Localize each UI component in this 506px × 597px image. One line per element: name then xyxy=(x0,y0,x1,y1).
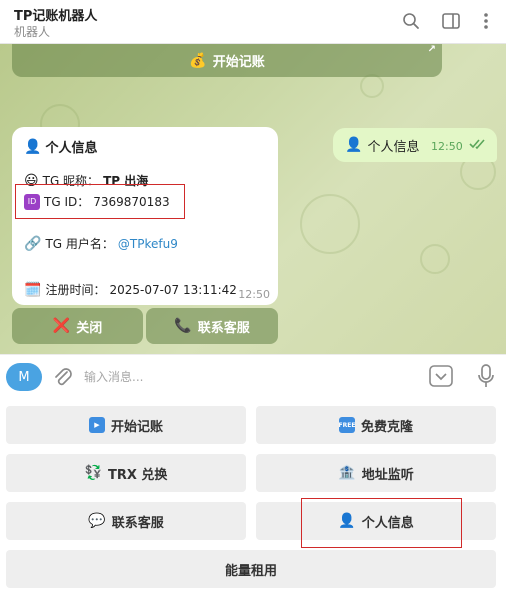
user-icon: 👤 xyxy=(24,138,42,155)
button-label: 开始记账 xyxy=(110,419,163,435)
free-badge-icon: FREE xyxy=(339,417,355,433)
registration-label: 注册时间： xyxy=(45,283,106,297)
message-time: 12:50 xyxy=(238,288,270,301)
money-bag-icon: 💰 xyxy=(189,52,207,69)
message-time: 12:50 xyxy=(431,140,463,153)
cross-icon: ❌ xyxy=(52,318,71,334)
user-icon: 👤 xyxy=(345,137,363,153)
button-label: 开始记账 xyxy=(212,55,265,70)
paperclip-icon[interactable] xyxy=(52,365,74,393)
bank-icon: 🏦 xyxy=(338,465,356,481)
chat-subtitle: 机器人 xyxy=(14,25,51,39)
button-label: 能量租用 xyxy=(224,563,277,579)
kb-energy-rental-button[interactable]: 能量租用 xyxy=(6,550,496,588)
speech-bubble-icon: 💬 xyxy=(88,513,106,529)
calendar-icon: 🗓️ xyxy=(24,281,42,298)
button-label: 免费克隆 xyxy=(360,419,413,435)
profile-title-line: 👤 个人信息 xyxy=(24,137,98,157)
kb-free-clone-button[interactable]: FREE 免费克隆 xyxy=(256,406,496,444)
message-input[interactable] xyxy=(84,363,414,391)
message-text: 个人信息 xyxy=(367,139,420,155)
registration-value: 2025-07-07 13:11:42 xyxy=(109,282,237,297)
button-label: TRX 兑换 xyxy=(108,467,168,483)
chat-header: TP记账机器人 机器人 xyxy=(0,0,506,44)
kb-start-accounting-button[interactable]: ▶ 开始记账 xyxy=(6,406,246,444)
play-icon: ▶ xyxy=(88,417,105,433)
start-accounting-inline-button[interactable]: 💰 开始记账 ↗ xyxy=(12,44,442,77)
button-label: 地址监听 xyxy=(361,467,414,483)
background-doodle xyxy=(300,194,360,254)
username-label: TG 用户名： xyxy=(45,237,114,251)
chat-title[interactable]: TP记账机器人 xyxy=(14,5,97,24)
message-area[interactable]: 💰 开始记账 ↗ 👤 个人信息 12:50 👤 个人信息 😃 TG 昵称： TP… xyxy=(0,44,506,354)
username-link[interactable]: @TPkefu9 xyxy=(118,237,178,251)
arrow-corner-icon: ↗ xyxy=(427,44,436,55)
more-vert-icon[interactable] xyxy=(475,10,497,32)
registration-line: 🗓️ 注册时间： 2025-07-07 13:11:42 xyxy=(24,281,237,298)
bot-menu-button[interactable]: M xyxy=(6,363,42,391)
background-doodle xyxy=(360,74,384,98)
kb-trx-exchange-button[interactable]: 💱 TRX 兑换 xyxy=(6,454,246,492)
highlight-box-personal-info xyxy=(301,498,462,548)
read-checkmarks-icon xyxy=(469,138,487,154)
highlight-box-tg-id xyxy=(15,184,185,219)
telegram-bot-chat-window: TP记账机器人 机器人 💰 开始记账 ↗ 👤 个人信息 12:50 👤 个人信息… xyxy=(0,0,506,597)
kb-address-monitor-button[interactable]: 🏦 地址监听 xyxy=(256,454,496,492)
reply-keyboard: ▶ 开始记账 FREE 免费克隆 💱 TRX 兑换 🏦 地址监听 💬 联系客服 … xyxy=(0,400,506,597)
button-label: 联系客服 xyxy=(197,320,250,336)
phone-icon: 📞 xyxy=(174,318,192,334)
currency-exchange-icon: 💱 xyxy=(84,465,102,481)
contact-support-inline-button[interactable]: 📞 联系客服 xyxy=(146,308,278,344)
link-icon: 🔗 xyxy=(24,235,42,252)
background-doodle xyxy=(420,244,450,274)
button-label: 关闭 xyxy=(76,320,103,336)
bot-keyboard-icon[interactable] xyxy=(429,365,453,391)
composer: M xyxy=(0,354,506,400)
search-icon[interactable] xyxy=(400,10,422,32)
button-label: 联系客服 xyxy=(111,515,164,531)
close-inline-button[interactable]: ❌ 关闭 xyxy=(12,308,143,344)
username-line: 🔗 TG 用户名： @TPkefu9 xyxy=(24,235,178,252)
outgoing-message[interactable]: 👤 个人信息 12:50 xyxy=(333,128,497,162)
side-panel-icon[interactable] xyxy=(440,10,462,32)
profile-title: 个人信息 xyxy=(45,141,98,156)
kb-contact-support-button[interactable]: 💬 联系客服 xyxy=(6,502,246,540)
microphone-icon[interactable] xyxy=(476,363,496,393)
